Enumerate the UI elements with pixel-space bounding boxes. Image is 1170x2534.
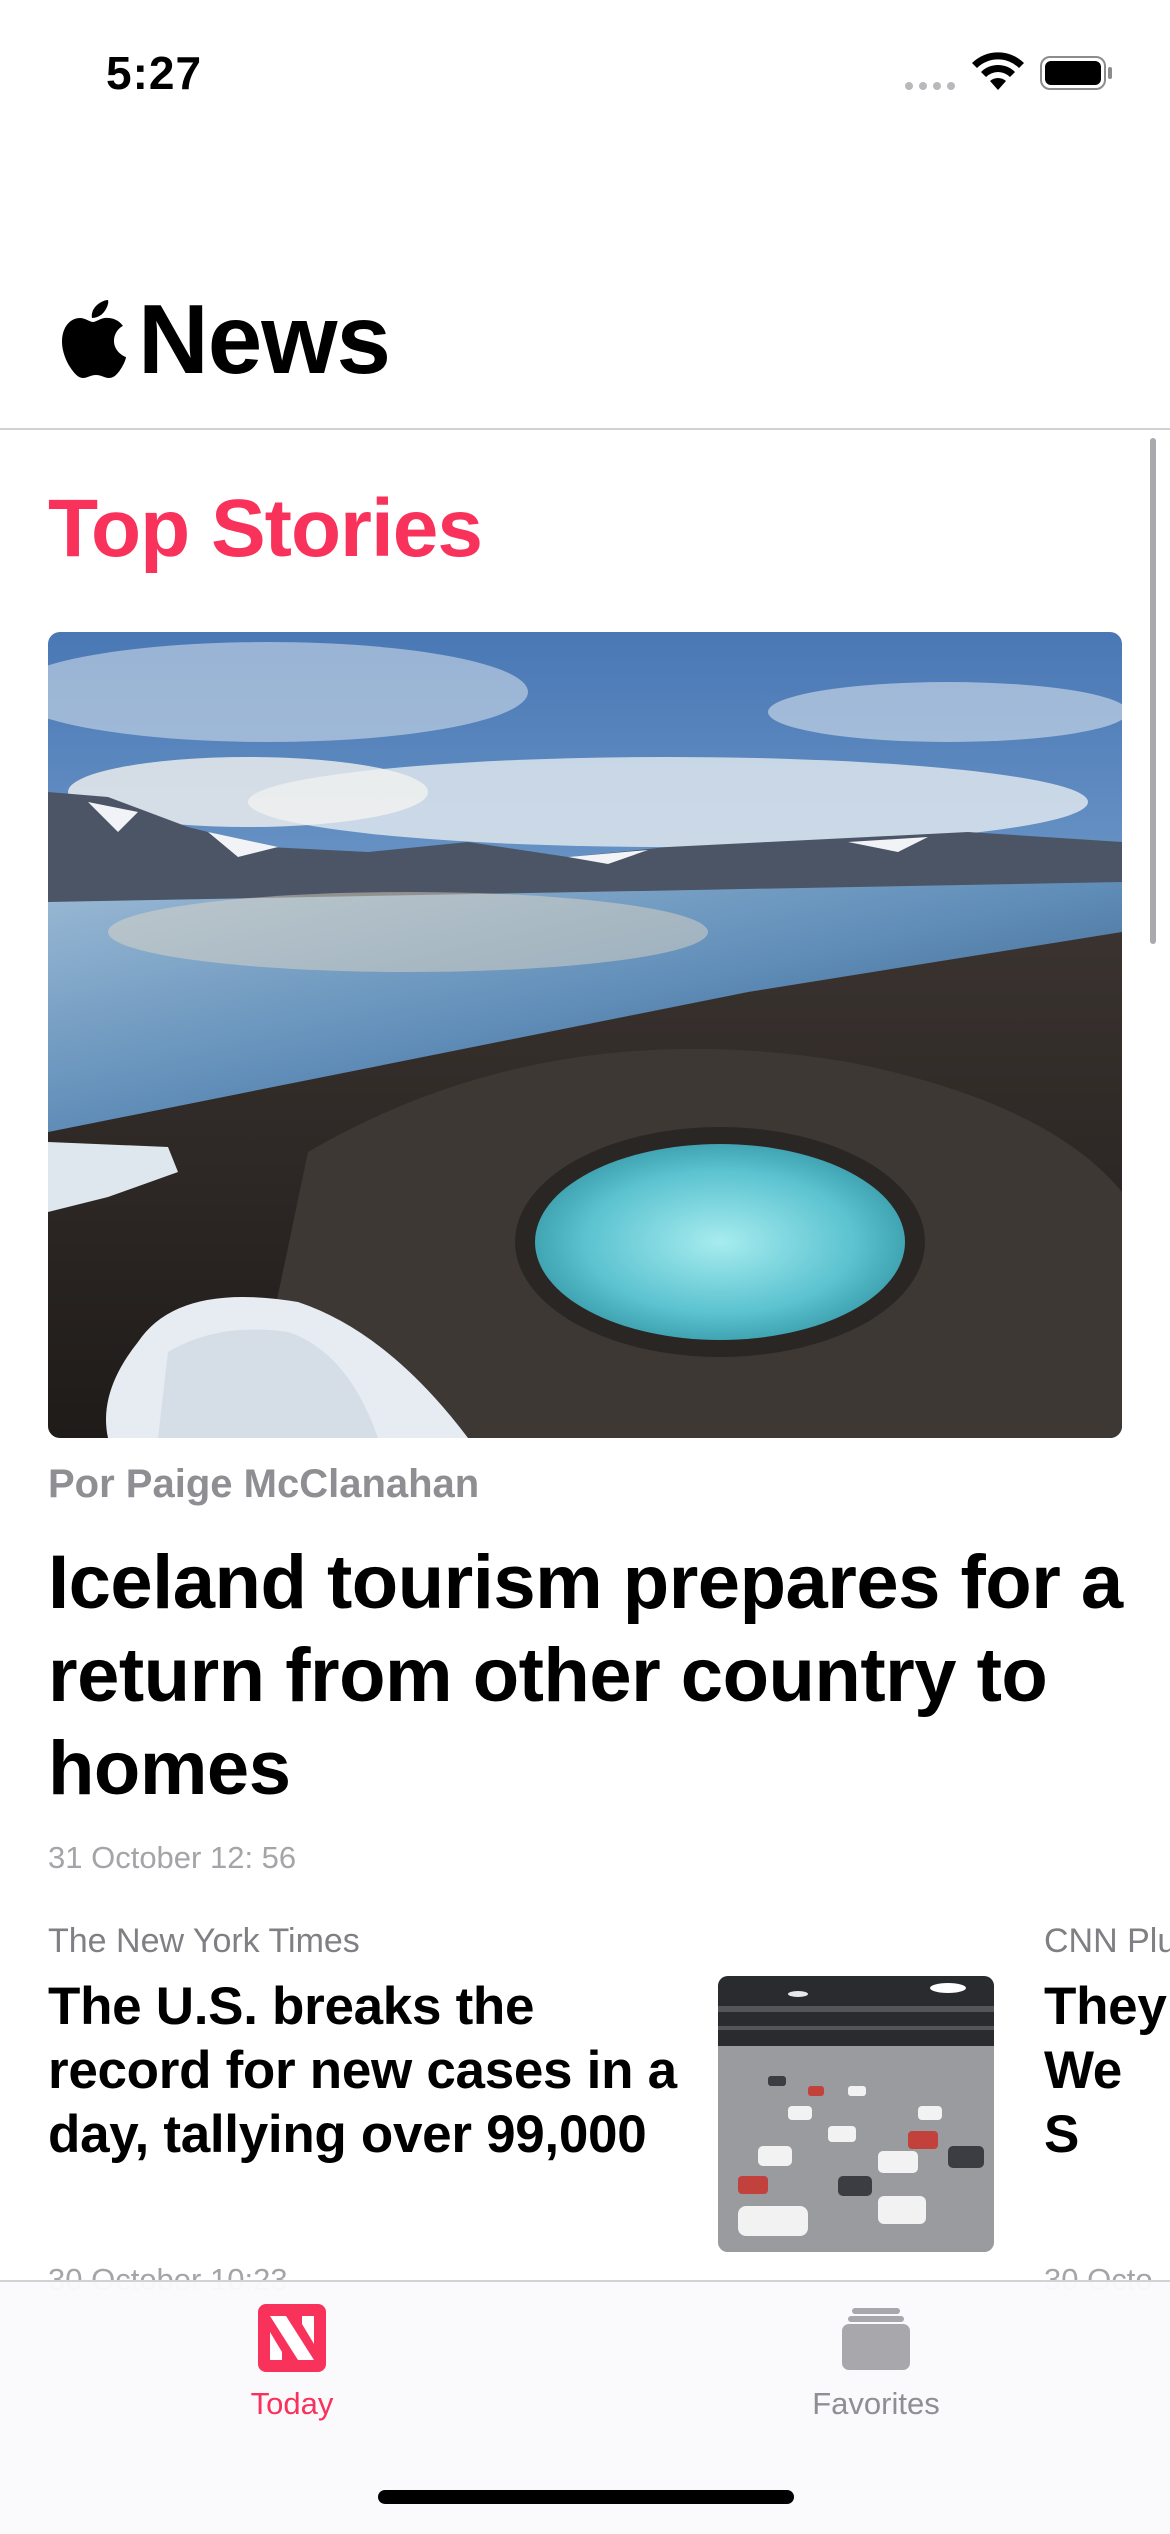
story-card[interactable]: The New York Times The U.S. breaks the r… bbox=[48, 1922, 708, 2167]
hero-byline: Por Paige McClanahan bbox=[48, 1462, 480, 1506]
story-headline[interactable]: They We S bbox=[1044, 1975, 1170, 2167]
tab-today[interactable]: Today bbox=[142, 2302, 442, 2422]
news-today-icon bbox=[258, 2304, 326, 2372]
apple-logo-icon bbox=[62, 300, 126, 378]
story-thumbnail[interactable] bbox=[718, 1976, 994, 2252]
hero-headline[interactable]: Iceland tourism prepares for a return fr… bbox=[48, 1536, 1138, 1815]
status-bar: 5:27 bbox=[0, 0, 1170, 150]
wifi-icon bbox=[972, 52, 1024, 90]
status-time: 5:27 bbox=[106, 47, 203, 99]
favorites-stack-icon bbox=[842, 2308, 910, 2370]
story-source: The New York Times bbox=[48, 1922, 360, 1960]
home-indicator[interactable] bbox=[378, 2490, 794, 2504]
hero-date: 31 October 12: 56 bbox=[48, 1840, 297, 1875]
header-divider bbox=[0, 428, 1170, 430]
cellular-signal-icon bbox=[905, 82, 955, 90]
hero-story-image[interactable] bbox=[48, 632, 1122, 1438]
section-title[interactable]: Top Stories bbox=[48, 483, 483, 574]
scroll-indicator[interactable] bbox=[1150, 438, 1156, 944]
battery-icon bbox=[1040, 56, 1112, 90]
tab-today-label: Today bbox=[250, 2386, 334, 2421]
story-source: CNN Plu bbox=[1044, 1922, 1170, 1960]
story-headline-line: They We S bbox=[1044, 1977, 1167, 2164]
app-brand: News bbox=[60, 284, 391, 394]
tab-favorites[interactable]: Favorites bbox=[726, 2302, 1026, 2422]
story-card[interactable]: CNN Plu They We S bbox=[1044, 1922, 1170, 2167]
tab-favorites-label: Favorites bbox=[812, 2386, 940, 2421]
app-title: News bbox=[138, 284, 391, 394]
story-headline[interactable]: The U.S. breaks the record for new cases… bbox=[48, 1975, 708, 2167]
